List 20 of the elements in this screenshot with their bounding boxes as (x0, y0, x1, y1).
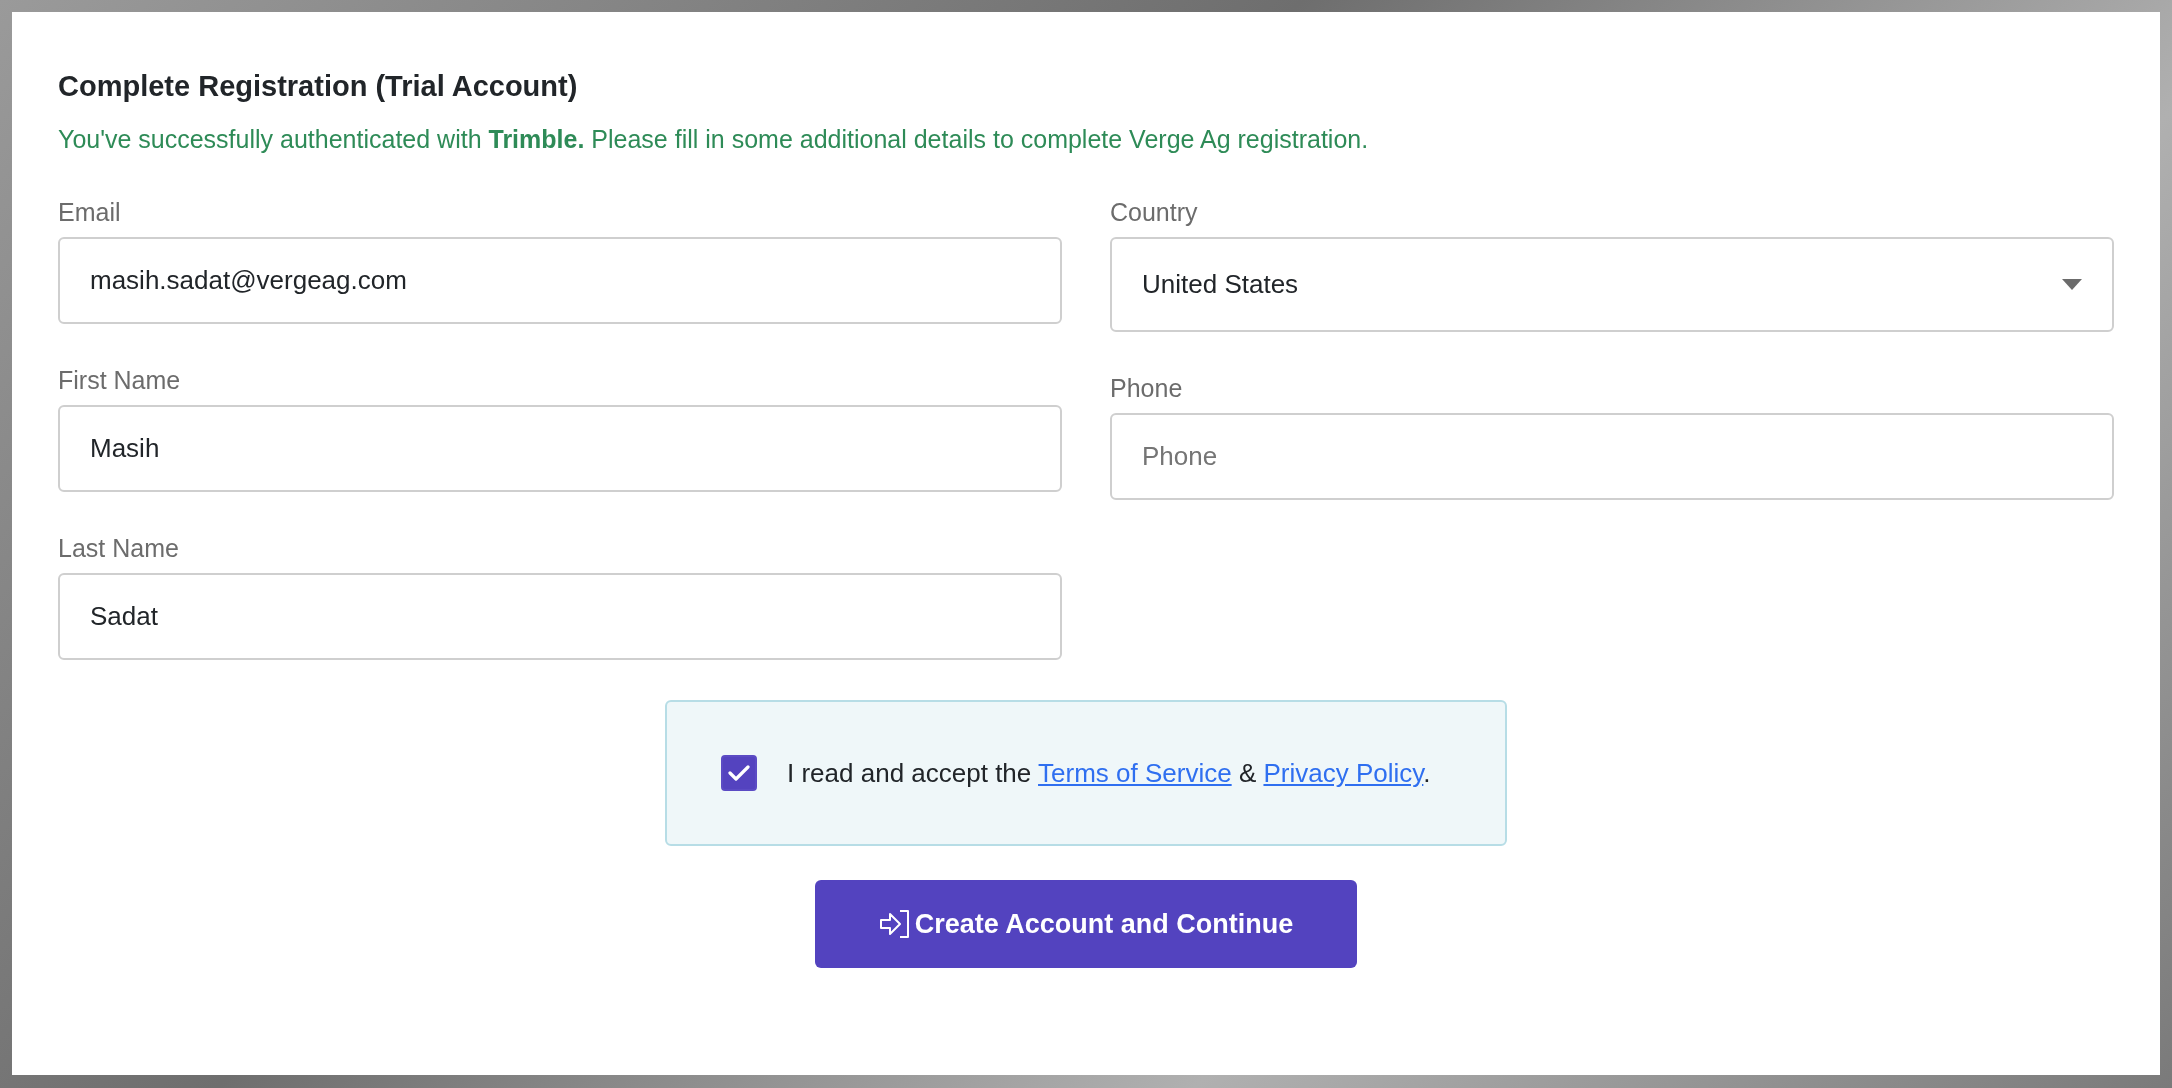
country-select[interactable]: United States (1110, 237, 2114, 332)
sign-in-icon (878, 909, 911, 939)
privacy-link[interactable]: Privacy Policy (1263, 757, 1424, 788)
field-label: Email (58, 198, 122, 227)
field-label: First Name (58, 366, 182, 395)
text-field[interactable]: Phone (1110, 413, 2114, 500)
success-message: You've successfully authenticated with Trimble. Please fill in some additional details to complete Verge Ag registration. (58, 125, 1370, 154)
text-field[interactable]: Masih (58, 405, 1062, 492)
agreement-text: I read and accept the Terms of Service & Privacy Policy. (787, 757, 1431, 789)
check-icon (728, 764, 750, 782)
text-field[interactable]: Sadat (58, 573, 1062, 660)
field-label: Country (1110, 198, 1199, 227)
caret-icon (2062, 279, 2082, 290)
checkbox[interactable] (721, 755, 757, 791)
create-account-button[interactable]: Create Account and Continue (815, 880, 1357, 968)
field-label: Last Name (58, 534, 180, 563)
text-field[interactable]: masih.sadat@vergeag.com (58, 237, 1062, 324)
field-label: Phone (1110, 374, 1184, 403)
terms-link[interactable]: Terms of Service (1038, 757, 1232, 788)
form-title: Complete Registration (Trial Account) (58, 70, 579, 103)
